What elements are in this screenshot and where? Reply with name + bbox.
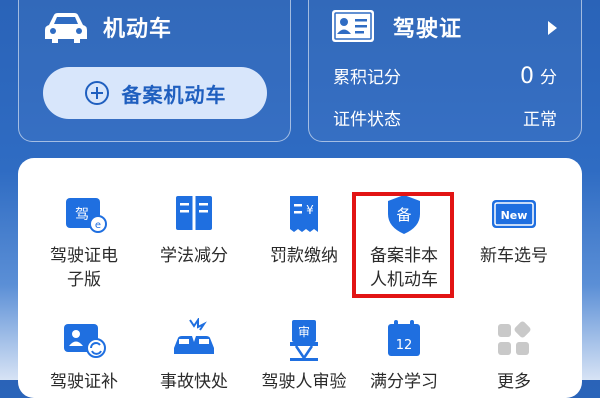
svg-text:驾: 驾: [75, 207, 89, 223]
id-card-icon: [332, 10, 374, 42]
service-label: 驾驶证电 子版: [50, 246, 118, 290]
license-renew-icon: [64, 324, 106, 358]
chevron-right-icon[interactable]: [548, 21, 557, 35]
service-new-plate[interactable]: New 新车选号: [464, 192, 564, 268]
status-label: 证件状态: [333, 110, 401, 130]
service-more[interactable]: 更多: [464, 318, 564, 394]
service-label: 驾驶人审验: [261, 372, 347, 392]
status-row: 证件状态 正常: [333, 105, 557, 130]
service-full-score-study[interactable]: 12 满分学习: [354, 318, 454, 394]
service-label: 驾驶证补: [50, 372, 118, 392]
more-grid-icon: [498, 321, 531, 355]
e-license-icon: 驾 e: [66, 198, 107, 233]
service-e-license[interactable]: 驾 e 驾驶证电 子版: [34, 192, 134, 292]
new-plate-icon: New: [492, 200, 536, 228]
points-label: 累积记分: [333, 68, 401, 88]
svg-text:¥: ¥: [306, 203, 314, 217]
points-value: 0: [520, 64, 534, 89]
book-icon: [176, 196, 212, 230]
service-label: 更多: [497, 372, 531, 392]
service-study[interactable]: 学法减分: [144, 192, 244, 268]
svg-text:审: 审: [298, 324, 310, 339]
highlight-box: [352, 192, 454, 298]
car-icon: [45, 13, 87, 43]
service-license-renew[interactable]: 驾驶证补: [34, 318, 134, 394]
service-label: 事故快处: [160, 372, 228, 392]
calendar-12-icon: 12: [388, 320, 420, 356]
register-vehicle-label: 备案机动车: [121, 82, 227, 107]
register-vehicle-button[interactable]: 备案机动车: [43, 67, 267, 119]
points-unit: 分: [540, 68, 557, 88]
license-card-title: 驾驶证: [393, 17, 463, 42]
service-label: 满分学习: [370, 372, 438, 392]
calendar-number: 12: [396, 338, 413, 353]
service-accident[interactable]: 事故快处: [144, 318, 244, 394]
status-value: 正常: [523, 110, 557, 130]
plus-circle-icon: [84, 81, 109, 105]
vehicle-card-title: 机动车: [103, 17, 173, 42]
service-driver-review[interactable]: 审 驾驶人审验: [254, 318, 354, 394]
accident-icon: [174, 318, 214, 354]
services-grid: 驾 e 驾驶证电 子版 学法减分 ¥ 罚款缴纳 备 备案非本 人机动车 New …: [18, 158, 582, 398]
service-label: 新车选号: [480, 246, 548, 266]
points-row: 累积记分 0分: [333, 63, 557, 89]
vehicle-card[interactable]: 机动车 备案机动车: [18, 0, 291, 142]
svg-text:e: e: [95, 220, 101, 231]
license-card[interactable]: 驾驶证 累积记分 0分 证件状态 正常: [308, 0, 582, 142]
service-label: 学法减分: [160, 246, 228, 266]
svg-text:New: New: [501, 209, 528, 222]
service-fine[interactable]: ¥ 罚款缴纳: [254, 192, 354, 268]
fine-receipt-icon: ¥: [290, 196, 318, 232]
driver-review-icon: 审: [290, 320, 318, 361]
service-label: 罚款缴纳: [270, 246, 338, 266]
